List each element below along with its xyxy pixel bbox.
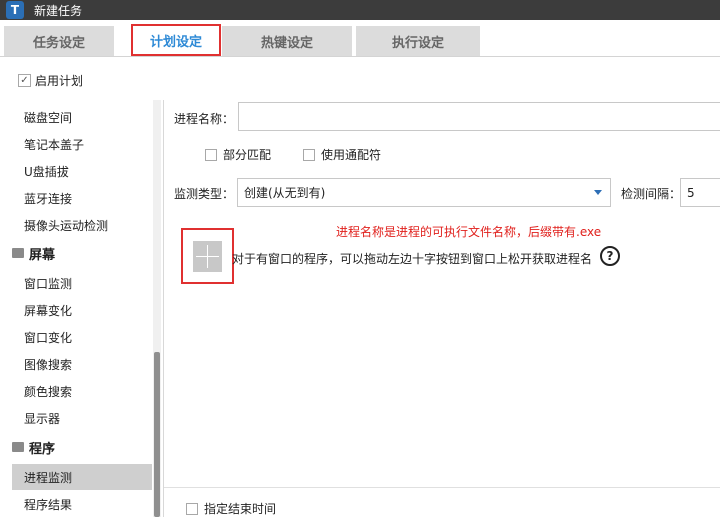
sidebar-category-program-label: 程序 [29, 441, 56, 457]
crosshair-hint: 对于有窗口的程序，可以拖动左边十字按钮到窗口上松开获取进程名 [232, 252, 593, 266]
sidebar-category-screen-label: 屏幕 [29, 247, 56, 263]
interval-input[interactable]: 5 [680, 178, 720, 207]
partial-match-label: 部分匹配 [223, 148, 272, 162]
enable-plan-checkbox[interactable]: ✓ [18, 74, 31, 87]
sidebar-category-screen[interactable]: 屏幕 [12, 240, 55, 266]
sidebar-item-bluetooth[interactable]: 蓝牙连接 [12, 185, 152, 211]
monitor-type-value: 创建(从无到有) [244, 186, 326, 200]
partial-match-option[interactable]: 部分匹配 [205, 146, 271, 163]
crosshair-drag-button[interactable] [181, 228, 234, 284]
app-logo-icon: T [6, 1, 24, 19]
end-time-checkbox[interactable] [186, 502, 198, 515]
trigger-sidebar: 磁盘空间 笔记本盖子 U盘插拔 蓝牙连接 摄像头运动检测 屏幕 窗口监测 屏幕变… [0, 100, 155, 517]
sidebar-item-image-search[interactable]: 图像搜索 [12, 351, 152, 377]
process-name-input[interactable] [238, 102, 720, 131]
divider [164, 487, 720, 488]
sidebar-item-color-search[interactable]: 颜色搜索 [12, 378, 152, 404]
monitor-type-dropdown[interactable]: 创建(从无到有) [237, 178, 611, 207]
tab-bar: 任务设定 计划设定 热键设定 执行设定 [0, 20, 720, 57]
interval-label: 检测间隔： [621, 187, 682, 201]
sidebar-item-disk-space[interactable]: 磁盘空间 [12, 104, 152, 130]
sidebar-category-program[interactable]: 程序 [12, 434, 55, 460]
process-name-label: 进程名称： [174, 112, 235, 126]
sidebar-item-display[interactable]: 显示器 [12, 405, 152, 431]
monitor-type-label: 监测类型： [174, 187, 235, 201]
sidebar-item-program-result[interactable]: 程序结果 [12, 491, 152, 517]
tab-execute-settings[interactable]: 执行设定 [356, 26, 480, 56]
sidebar-item-camera-motion[interactable]: 摄像头运动检测 [12, 212, 152, 238]
sidebar-scrollbar[interactable] [153, 100, 161, 517]
process-monitor-panel: 进程名称： 部分匹配 使用通配符 监测类型： 创建(从无到有) 检测间隔： 5 … [163, 100, 720, 517]
enable-plan-label: 启用计划 [35, 74, 84, 88]
tab-hotkey-settings[interactable]: 热键设定 [222, 26, 352, 56]
help-icon[interactable]: ? [600, 246, 620, 266]
sidebar-item-usb-plug[interactable]: U盘插拔 [12, 158, 152, 184]
end-time-label: 指定结束时间 [204, 502, 277, 516]
sidebar-item-window-change[interactable]: 窗口变化 [12, 324, 152, 350]
sidebar-item-screen-change[interactable]: 屏幕变化 [12, 297, 152, 323]
end-time-option[interactable]: 指定结束时间 [186, 500, 276, 517]
process-name-warning: 进程名称是进程的可执行文件名称，后缀带有.exe [336, 225, 602, 239]
wildcard-checkbox[interactable] [303, 148, 315, 161]
dropdown-arrow-icon [594, 190, 602, 195]
partial-match-checkbox[interactable] [205, 148, 217, 161]
wildcard-label: 使用通配符 [321, 148, 382, 162]
sidebar-scrollbar-thumb[interactable] [154, 352, 160, 517]
collapse-icon [12, 248, 24, 258]
tab-task-settings[interactable]: 任务设定 [4, 26, 114, 56]
title-bar: T 新建任务 [0, 0, 720, 20]
collapse-icon [12, 442, 24, 452]
enable-plan-row[interactable]: ✓ 启用计划 [18, 72, 83, 89]
tab-plan-settings[interactable]: 计划设定 [131, 24, 221, 56]
sidebar-item-process-monitor[interactable]: 进程监测 [12, 464, 152, 490]
sidebar-item-window-monitor[interactable]: 窗口监测 [12, 270, 152, 296]
wildcard-option[interactable]: 使用通配符 [303, 146, 381, 163]
window-title: 新建任务 [34, 3, 83, 18]
sidebar-item-laptop-lid[interactable]: 笔记本盖子 [12, 131, 152, 157]
crosshair-icon [193, 240, 222, 272]
